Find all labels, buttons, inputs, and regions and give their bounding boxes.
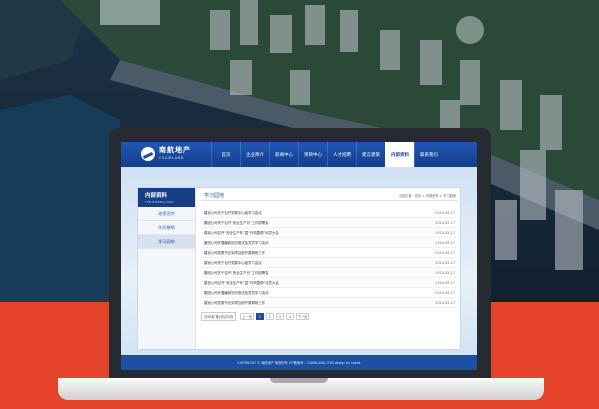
- prev-page-button[interactable]: 上一页: [240, 313, 254, 320]
- list-item-title[interactable]: 建设公司召开“安全生产年”暨“作风整顿”动员大会: [204, 230, 279, 235]
- sidebar-header: 内部资料 THE INTERNAL DATA: [138, 188, 195, 207]
- list-item-date: 2014-05-17: [435, 280, 455, 285]
- list-item[interactable]: 建设公司关于召开党委中心组学习会议 2014-05-17: [201, 208, 458, 218]
- list-item-title[interactable]: 集团公司关于召开“安全生产月”工作部署会: [204, 270, 269, 275]
- list-item-date: 2014-05-17: [435, 260, 455, 265]
- list-item[interactable]: 建设公司党委书记到项目部开展调研工作 2014-05-17: [201, 298, 458, 308]
- nav-item-suggestions[interactable]: 建言建策: [356, 142, 385, 167]
- list-item-date: 2014-05-17: [435, 250, 455, 255]
- page-button-3[interactable]: 3: [275, 313, 284, 320]
- main-nav: 首页 企业简介 新闻中心 项目中心 人才招聘 建言建策 内部资料 联系我们: [211, 142, 443, 167]
- sidebar-item-study[interactable]: 学习园地: [138, 235, 195, 249]
- list-item[interactable]: 建设公司召开“安全生产年”暨“作风整顿”动员大会 2014-05-17: [201, 278, 458, 288]
- list-item[interactable]: 建设公司召开“安全生产年”暨“作风整顿”动员大会 2014-05-17: [201, 228, 458, 238]
- nav-item-about[interactable]: 企业简介: [240, 142, 269, 167]
- sidebar-subtitle: THE INTERNAL DATA: [145, 200, 174, 204]
- content: 学习园地 当前位置：首页 > 内部资料 > 学习园地 建设公司关于召开党委中心组…: [201, 188, 458, 349]
- list-item-title[interactable]: 建设公司关于召开党委中心组学习会议: [204, 210, 262, 215]
- logo-name-cn[interactable]: 南航地产: [159, 145, 191, 155]
- list-item[interactable]: 集团公司开展廉政知识测试及党员学习活动 2014-05-17: [201, 288, 458, 298]
- list-item-title[interactable]: 建设公司党委书记到项目部开展调研工作: [204, 250, 265, 255]
- list-item-date: 2014-05-17: [435, 270, 455, 275]
- page-button-4[interactable]: 4: [285, 313, 294, 320]
- list-item[interactable]: 集团公司开展廉政知识测试及党员学习活动 2014-05-17: [201, 238, 458, 248]
- nav-item-careers[interactable]: 人才招聘: [327, 142, 356, 167]
- list-item-title[interactable]: 建设公司召开“安全生产年”暨“作风整顿”动员大会: [204, 280, 279, 285]
- page-title: 学习园地: [204, 193, 225, 199]
- laptop-base-notch: [270, 378, 328, 383]
- list-item-date: 2014-05-17: [435, 240, 455, 245]
- list-item-date: 2014-05-17: [435, 220, 455, 225]
- sidebar-item-policy[interactable]: 政策宣传: [138, 207, 195, 221]
- list-item[interactable]: 集团公司关于召开“安全生产月”工作部署会 2014-05-17: [201, 268, 458, 278]
- sidebar-title: 内部资料: [145, 193, 168, 199]
- list-item-title[interactable]: 建设公司党委书记到项目部开展调研工作: [204, 300, 265, 305]
- nav-item-internal[interactable]: 内部资料: [385, 142, 414, 167]
- breadcrumb: 当前位置：首页 > 内部资料 > 学习园地: [398, 194, 456, 198]
- sidebar-item-rectification[interactable]: 作风整顿: [138, 221, 195, 235]
- site-header: 南航地产 CSAIRLAND 首页 企业简介 新闻中心 项目中心 人才招聘 建言…: [121, 142, 477, 167]
- nav-item-home[interactable]: 首页: [211, 142, 240, 167]
- list-item-title[interactable]: 集团公司关于召开“安全生产月”工作部署会: [204, 220, 269, 225]
- plane-logo-icon[interactable]: [141, 147, 155, 161]
- list-item-date: 2014-05-17: [435, 210, 455, 215]
- list-item-title[interactable]: 集团公司开展廉政知识测试及党员学习活动: [204, 290, 268, 295]
- content-panel: 内部资料 THE INTERNAL DATA 政策宣传 作风整顿 学习园地 学习…: [137, 187, 461, 350]
- list-item-date: 2014-05-17: [435, 230, 455, 235]
- nav-item-projects[interactable]: 项目中心: [298, 142, 327, 167]
- page-button-2[interactable]: 2: [265, 313, 274, 320]
- page-button-1[interactable]: 1: [255, 313, 264, 320]
- sidebar: 内部资料 THE INTERNAL DATA 政策宣传 作风整顿 学习园地: [138, 188, 196, 349]
- pagination-info: 共40条 第1页/共4页: [201, 312, 237, 321]
- list-item[interactable]: 建设公司党委书记到项目部开展调研工作 2014-05-17: [201, 248, 458, 258]
- nav-item-contact[interactable]: 联系我们: [414, 142, 443, 167]
- laptop-screen: 南航地产 CSAIRLAND 首页 企业简介 新闻中心 项目中心 人才招聘 建言…: [121, 142, 477, 370]
- next-page-button[interactable]: 下一页: [295, 313, 310, 320]
- list-item[interactable]: 集团公司关于召开“安全生产月”工作部署会 2014-05-17: [201, 218, 458, 228]
- list-item[interactable]: 建设公司关于召开党委中心组学习会议 2014-05-17: [201, 258, 458, 268]
- title-bar: 学习园地 当前位置：首页 > 内部资料 > 学习园地: [201, 188, 458, 201]
- list-item-title[interactable]: 建设公司关于召开党委中心组学习会议: [204, 260, 262, 265]
- pagination: 共40条 第1页/共4页 上一页 1 2 3 4 下一页: [201, 312, 311, 321]
- nav-item-news[interactable]: 新闻中心: [269, 142, 298, 167]
- list-item-date: 2014-05-17: [435, 290, 455, 295]
- list-item-title[interactable]: 集团公司开展廉政知识测试及党员学习活动: [204, 240, 268, 245]
- main-area: 内部资料 THE INTERNAL DATA 政策宣传 作风整顿 学习园地 学习…: [121, 167, 477, 355]
- list-item-date: 2014-05-17: [435, 300, 455, 305]
- article-list: 建设公司关于召开党委中心组学习会议 2014-05-17 集团公司关于召开“安全生…: [201, 208, 458, 308]
- logo-name-en: CSAIRLAND: [159, 156, 184, 160]
- site-footer: COPYRIGHT © 南航地产 版权所有 ICP备案号：CSAIRLAND.C…: [121, 355, 477, 370]
